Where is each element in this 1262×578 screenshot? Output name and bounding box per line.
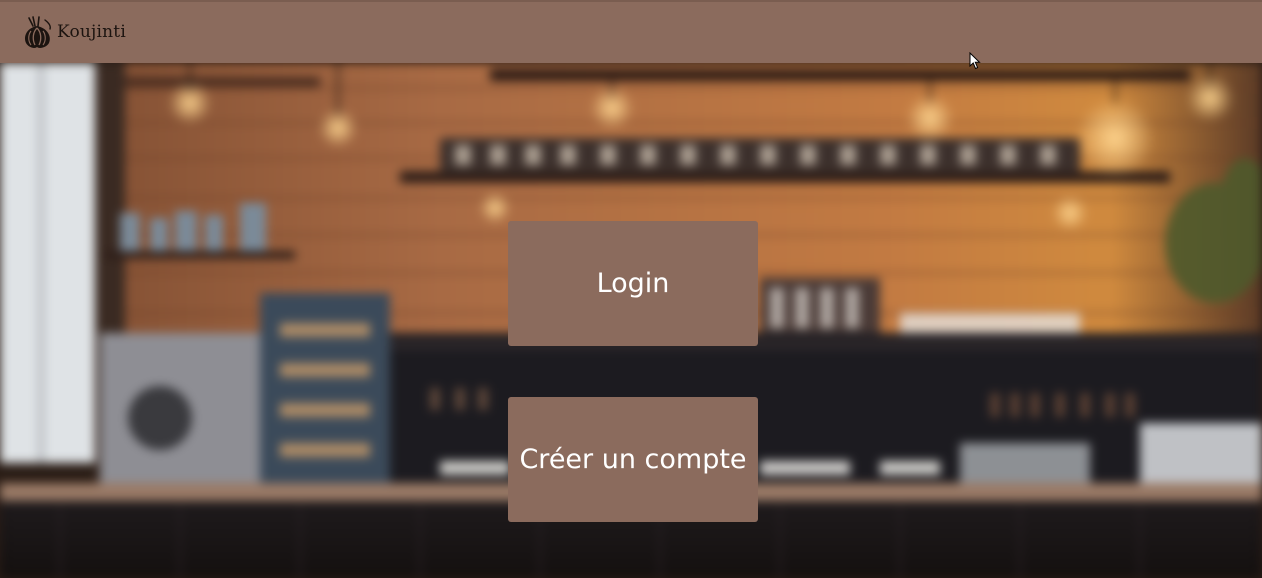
app-window: Koujinti Login Créer un compte [0,0,1262,578]
create-account-button[interactable]: Créer un compte [508,397,758,522]
top-navbar: Koujinti [0,0,1262,63]
brand[interactable]: Koujinti [19,14,126,50]
brand-name: Koujinti [57,21,126,42]
garlic-bulb-logo-icon [25,15,51,48]
auth-actions: Login Créer un compte [508,221,758,522]
login-button[interactable]: Login [508,221,758,346]
mouse-cursor-icon [969,52,981,70]
